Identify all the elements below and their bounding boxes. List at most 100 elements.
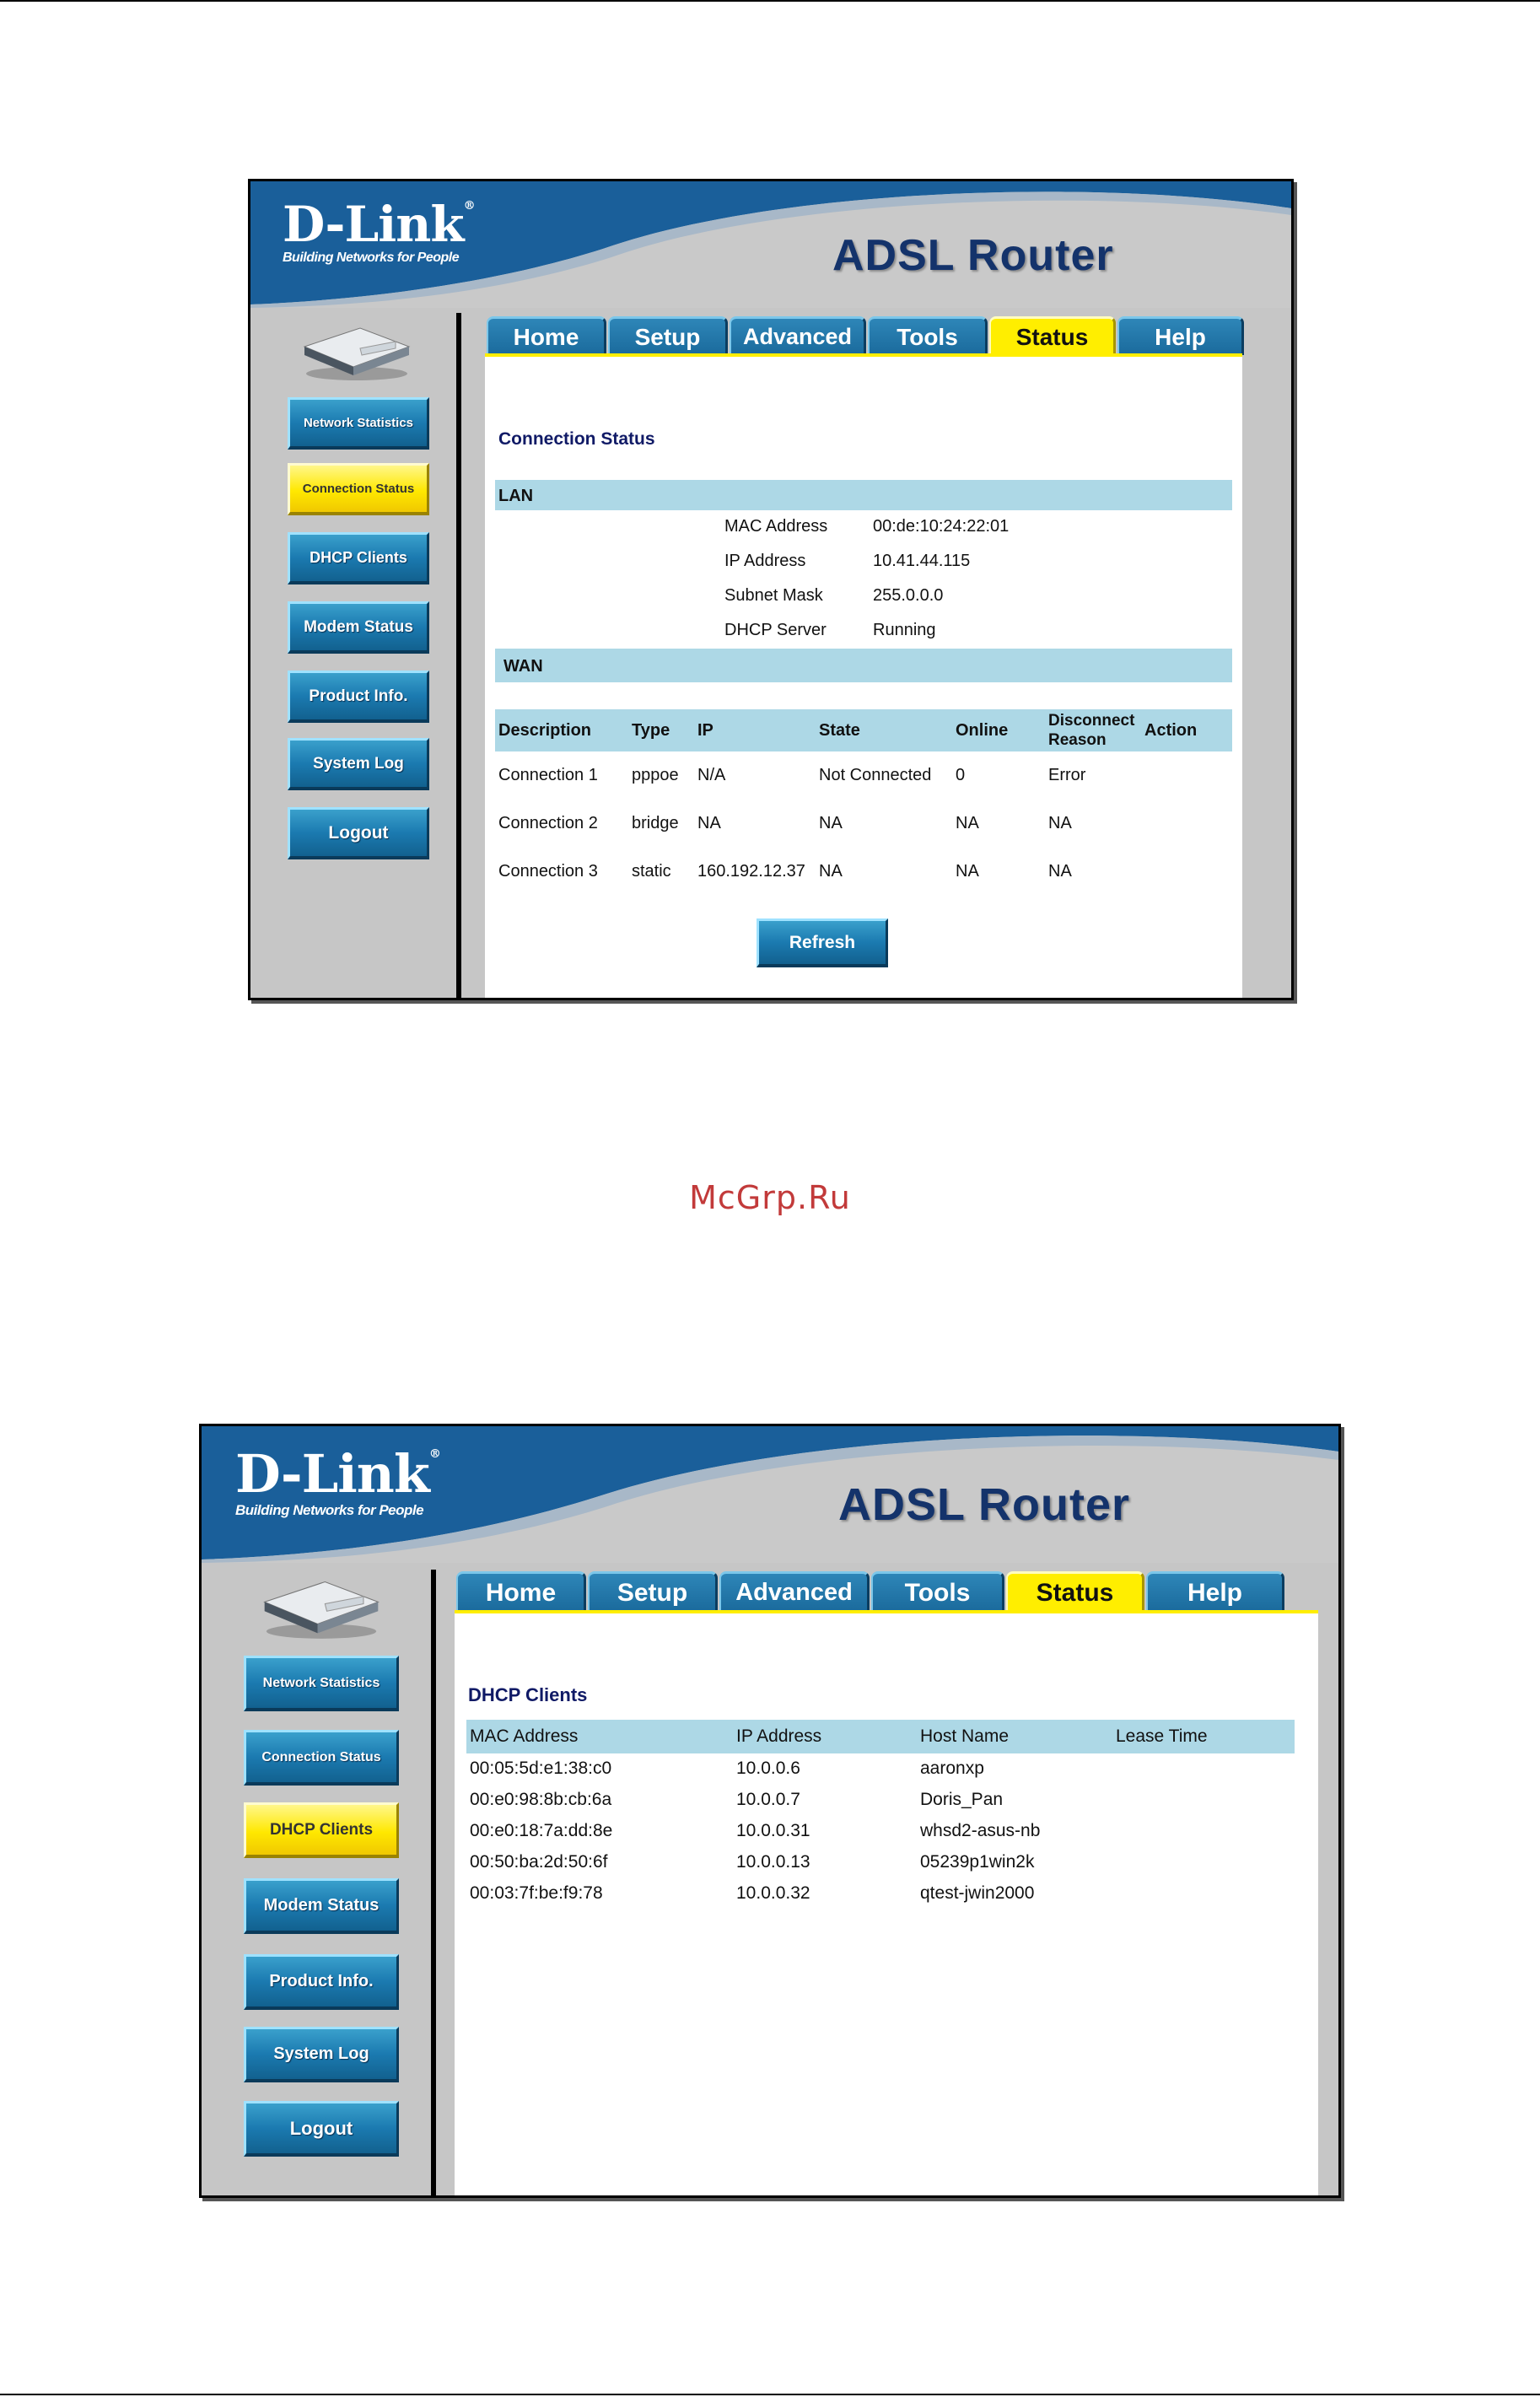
tab-advanced[interactable]: Advanced [730,316,866,355]
wan-cell: NA [697,814,721,832]
wan-cell: Connection 1 [498,766,598,784]
wan-col-state: State [819,721,860,740]
wan-col-disconnect-reason: Disconnect Reason [1048,712,1135,749]
tab-tools[interactable]: Tools [868,316,988,355]
logo-tagline: Building Networks for People [235,1502,424,1518]
lan-ip-value: 10.41.44.115 [873,552,971,570]
wan-cell: NA [956,862,979,881]
sidebar-product-info[interactable]: Product Info. [244,1954,399,2010]
logo-text: D-Link [235,1443,430,1505]
dlink-logo: D-Link® Building Networks for People [235,1443,441,1519]
dlink-logo: D-Link® Building Networks for People [283,196,476,265]
lan-subnet-label: Subnet Mask [724,586,823,605]
sidebar-product-info[interactable]: Product Info. [288,671,429,723]
tab-status[interactable]: Status [1006,1571,1144,1612]
sidebar-dhcp-clients[interactable]: DHCP Clients [244,1802,399,1858]
router-image [259,1576,384,1640]
wan-cell: static [632,862,671,881]
sidebar-connection-status[interactable]: Connection Status [288,463,429,515]
wan-cell: NA [819,814,843,832]
page-bottom-rule [0,2394,1540,2395]
content-panel: DHCP Clients MAC Address IP Address Host… [455,1613,1318,2195]
tab-tools[interactable]: Tools [871,1571,1004,1612]
sidebar-system-log[interactable]: System Log [288,738,429,790]
tab-advanced[interactable]: Advanced [719,1571,870,1612]
tab-home[interactable]: Home [456,1571,586,1612]
wan-col-action: Action [1144,721,1198,740]
sidebar-dhcp-clients[interactable]: DHCP Clients [288,532,429,584]
wan-cell: NA [819,862,843,881]
dhcp-col-host: Host Name [920,1726,1010,1746]
connection-status-screenshot: D-Link® Building Networks for People ADS… [248,179,1294,1000]
sidebar-divider [456,313,461,998]
dhcp-cell: 00:50:ba:2d:50:6f [470,1852,608,1872]
lan-section-bar [495,480,1232,510]
dhcp-cell: 10.0.0.31 [736,1821,810,1840]
tab-help[interactable]: Help [1117,316,1244,355]
dhcp-cell: 00:e0:98:8b:cb:6a [470,1790,612,1809]
logo-text: D-Link [283,196,465,253]
sidebar-system-log[interactable]: System Log [244,2027,399,2082]
lan-ip-label: IP Address [724,552,806,570]
sidebar-logout[interactable]: Logout [244,2101,399,2157]
wan-cell: 160.192.12.37 [697,862,805,881]
dhcp-cell: 10.0.0.13 [736,1852,810,1872]
watermark: McGrp.Ru [689,1179,851,1216]
wan-label: WAN [503,657,543,676]
sidebar-network-statistics[interactable]: Network Statistics [244,1656,399,1711]
refresh-button[interactable]: Refresh [757,918,888,967]
sidebar-network-statistics[interactable]: Network Statistics [288,397,429,450]
product-title: ADSL Router [838,1479,1131,1530]
sidebar-modem-status[interactable]: Modem Status [244,1878,399,1934]
wan-col-ip: IP [697,721,713,740]
wan-section-bar [495,649,1232,682]
dhcp-cell: whsd2-asus-nb [920,1821,1041,1840]
tab-status[interactable]: Status [989,316,1116,355]
lan-mac-label: MAC Address [724,517,828,536]
sidebar-logout[interactable]: Logout [288,807,429,859]
dhcp-cell: 10.0.0.7 [736,1790,800,1809]
dhcp-clients-screenshot: D-Link® Building Networks for People ADS… [199,1424,1341,2198]
sidebar-divider [431,1570,436,2195]
dhcp-cell: qtest-jwin2000 [920,1883,1035,1903]
dhcp-col-lease: Lease Time [1116,1726,1208,1746]
dhcp-cell: 00:05:5d:e1:38:c0 [470,1759,612,1778]
dhcp-cell: 05239p1win2k [920,1852,1035,1872]
wan-col-description: Description [498,721,592,740]
wan-cell: pppoe [632,766,679,784]
router-image [301,323,412,382]
wan-cell: Not Connected [819,766,932,784]
wan-cell: Connection 2 [498,814,598,832]
dhcp-cell: 10.0.0.6 [736,1759,800,1778]
dhcp-col-ip: IP Address [736,1726,822,1746]
tab-home[interactable]: Home [487,316,606,355]
lan-subnet-value: 255.0.0.0 [873,586,944,605]
lan-dhcp-value: Running [873,621,936,639]
wan-col-type: Type [632,721,670,740]
tab-help[interactable]: Help [1146,1571,1284,1612]
content-panel: Connection Status LAN MAC Address 00:de:… [485,357,1242,998]
wan-cell: 0 [956,766,966,784]
dhcp-cell: 00:03:7f:be:f9:78 [470,1883,603,1903]
dhcp-cell: 00:e0:18:7a:dd:8e [470,1821,613,1840]
dhcp-cell: Doris_Pan [920,1790,1004,1809]
tab-setup[interactable]: Setup [588,1571,718,1612]
lan-dhcp-label: DHCP Server [724,621,827,639]
lan-mac-value: 00:de:10:24:22:01 [873,517,1010,536]
page-title: DHCP Clients [468,1684,588,1705]
logo-tagline: Building Networks for People [283,250,460,265]
dhcp-cell: aaronxp [920,1759,984,1778]
wan-cell: Connection 3 [498,862,598,881]
dhcp-cell: 10.0.0.32 [736,1883,810,1903]
wan-cell: NA [1048,862,1072,881]
dhcp-col-mac: MAC Address [470,1726,579,1746]
sidebar-modem-status[interactable]: Modem Status [288,601,429,654]
wan-col-online: Online [956,721,1009,740]
lan-label: LAN [498,487,534,505]
wan-cell: NA [956,814,979,832]
product-title: ADSL Router [832,231,1114,280]
wan-cell: Error [1048,766,1086,784]
page-top-rule [0,0,1540,2]
tab-setup[interactable]: Setup [608,316,728,355]
sidebar-connection-status[interactable]: Connection Status [244,1730,399,1786]
